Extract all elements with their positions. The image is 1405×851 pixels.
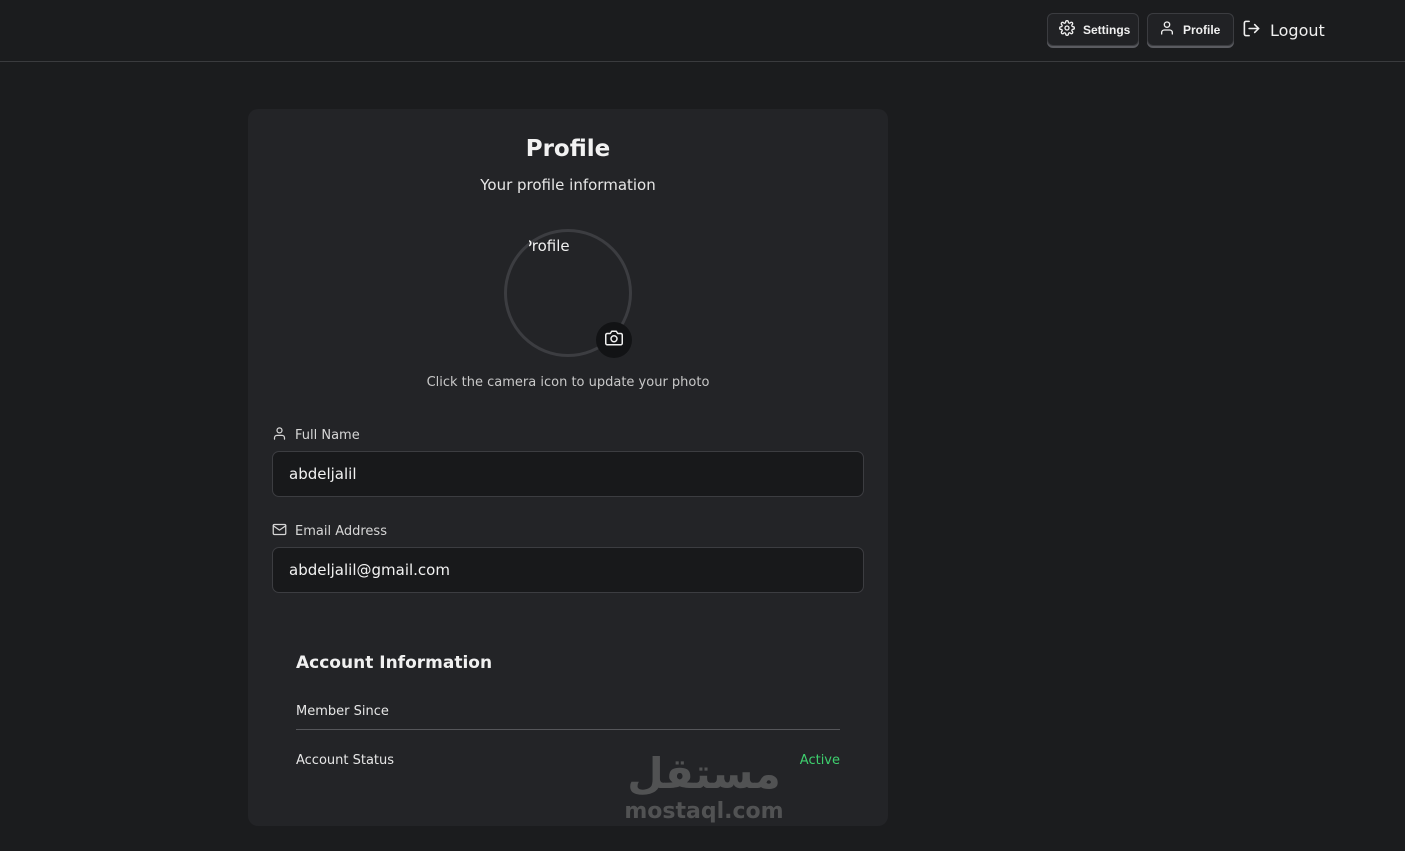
top-navbar: Settings Profile Logout [0,0,1405,62]
gear-icon [1059,20,1075,39]
profile-card: Profile Your profile information Profile… [248,109,888,826]
full-name-label-text: Full Name [295,427,360,443]
settings-button[interactable]: Settings [1047,13,1139,46]
account-info-title: Account Information [296,653,493,673]
watermark-latin: mostaql.com [624,799,784,824]
user-icon [272,426,287,445]
settings-label: Settings [1083,22,1131,37]
mail-icon [272,522,287,541]
watermark-logo: مستقل mostaql.com [612,750,796,834]
photo-hint: Click the camera icon to update your pho… [426,375,710,390]
watermark-arabic: مستقل [627,749,781,798]
status-badge: Active [799,752,840,768]
logout-label: Logout [1270,20,1325,40]
member-since-row: Member Since [296,699,840,723]
full-name-field[interactable] [272,451,864,497]
profile-label: Profile [1183,22,1221,37]
logout-button[interactable]: Logout [1242,18,1325,42]
profile-button[interactable]: Profile [1147,13,1234,46]
page-title: Profile [525,136,611,162]
email-label: Email Address [272,522,387,540]
member-since-label: Member Since [296,703,389,719]
page-subtitle: Your profile information [480,176,656,194]
email-field[interactable] [272,547,864,593]
user-icon [1159,20,1175,39]
camera-icon [605,329,623,351]
avatar-alt-text: Profile [523,237,570,255]
divider [296,729,840,730]
full-name-label: Full Name [272,426,360,444]
account-status-label: Account Status [296,752,395,768]
logout-icon [1242,19,1261,42]
email-label-text: Email Address [295,523,387,539]
camera-button[interactable] [596,322,632,358]
